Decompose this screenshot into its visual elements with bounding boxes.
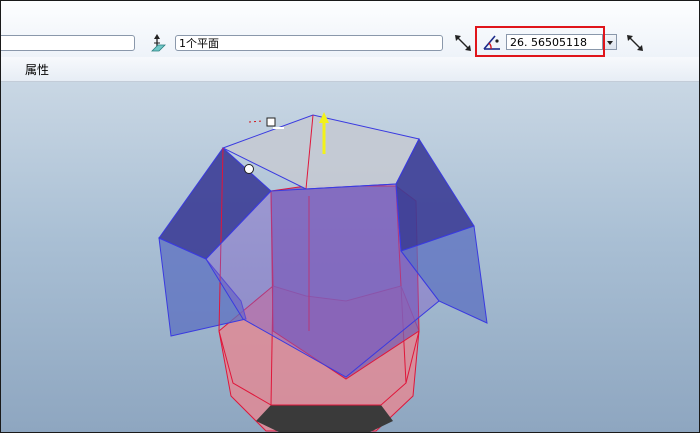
drag-handle-circle [244, 164, 254, 174]
reference-field-left[interactable] [1, 35, 135, 51]
angle-dropdown-button[interactable] [603, 34, 617, 50]
app-window: 1个平面 26. 56505118 属性 [0, 0, 700, 433]
drag-handle-square [266, 117, 276, 127]
plane-normal-icon[interactable] [148, 33, 168, 53]
plane-reference-field[interactable]: 1个平面 [175, 35, 443, 51]
angle-highlight-box [475, 26, 605, 57]
feature-dashboard: 1个平面 26. 56505118 [1, 1, 699, 57]
flip-arrow-icon[interactable] [453, 33, 473, 53]
flip-arrow-icon[interactable] [625, 33, 645, 53]
tab-properties[interactable]: 属性 [25, 61, 49, 78]
dashboard-tabs: 属性 [1, 57, 699, 82]
3d-model [158, 112, 488, 432]
model-bottom-face [256, 405, 393, 432]
graphics-viewport[interactable] [1, 82, 699, 432]
